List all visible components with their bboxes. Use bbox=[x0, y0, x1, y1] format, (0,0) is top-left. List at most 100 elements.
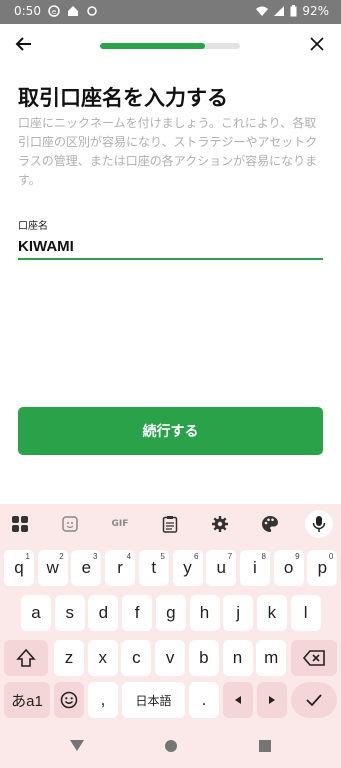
top-bar bbox=[0, 24, 341, 68]
home-notification-icon bbox=[67, 5, 79, 17]
key-v[interactable]: v bbox=[155, 640, 186, 676]
arrow-left-icon[interactable] bbox=[12, 32, 36, 56]
shift-key[interactable] bbox=[4, 640, 48, 676]
key-label: e bbox=[81, 558, 92, 577]
key-z[interactable]: z bbox=[54, 640, 84, 676]
key-label: h bbox=[199, 603, 210, 622]
key-hint: 0 bbox=[328, 552, 334, 561]
key-label: q bbox=[14, 558, 24, 577]
continue-button[interactable]: 続行する bbox=[18, 407, 323, 455]
backspace-key[interactable] bbox=[291, 640, 337, 676]
clipboard-icon[interactable] bbox=[158, 512, 182, 536]
nav-back-icon[interactable] bbox=[70, 740, 84, 751]
page-title: 取引口座名を入力する bbox=[18, 87, 228, 110]
key-label: j bbox=[236, 603, 241, 622]
key-label: t bbox=[151, 558, 157, 577]
key-label: k bbox=[267, 603, 277, 622]
enter-key[interactable] bbox=[291, 682, 337, 718]
key-h[interactable]: h bbox=[189, 595, 220, 631]
key-hint: 4 bbox=[126, 552, 132, 561]
key-label: u bbox=[216, 558, 226, 577]
key-b[interactable]: b bbox=[188, 640, 219, 676]
language-switch-key[interactable]: あa1 bbox=[4, 682, 50, 718]
signal-icon bbox=[273, 5, 285, 17]
progress-bar bbox=[100, 43, 240, 49]
system-nav-bar bbox=[0, 724, 341, 768]
sticker-icon[interactable] bbox=[58, 512, 82, 536]
key-g[interactable]: g bbox=[155, 595, 186, 631]
key-label: n bbox=[232, 648, 243, 667]
key-x[interactable]: x bbox=[87, 640, 118, 676]
key-hint: 3 bbox=[92, 552, 98, 561]
key-n[interactable]: n bbox=[222, 640, 253, 676]
key-c[interactable]: c bbox=[121, 640, 152, 676]
key-m[interactable]: m bbox=[256, 640, 287, 676]
close-icon[interactable] bbox=[305, 32, 329, 56]
palette-icon[interactable] bbox=[258, 512, 282, 536]
key-k[interactable]: k bbox=[256, 595, 287, 631]
comma-key[interactable]: , bbox=[88, 682, 118, 718]
key-hint: 2 bbox=[59, 552, 64, 561]
gear-icon[interactable] bbox=[208, 512, 232, 536]
key-label: i bbox=[253, 558, 257, 577]
key-i[interactable]: i8 bbox=[239, 550, 270, 586]
key-label: x bbox=[98, 648, 107, 667]
key-label: a bbox=[31, 603, 41, 622]
key-label: l bbox=[303, 603, 308, 622]
key-hint: 9 bbox=[295, 552, 300, 561]
key-p[interactable]: p0 bbox=[307, 550, 338, 586]
key-q[interactable]: q1 bbox=[4, 550, 34, 586]
soft-keyboard: GIF q1w2e3r4t5y6u7i8o9p0 asdfghjkl zxcvb… bbox=[0, 504, 341, 724]
battery-percent: 92% bbox=[302, 4, 329, 18]
key-e[interactable]: e3 bbox=[71, 550, 102, 586]
key-label: m bbox=[264, 648, 279, 667]
key-label: r bbox=[117, 558, 123, 577]
account-name-input[interactable] bbox=[18, 234, 323, 260]
key-f[interactable]: f bbox=[122, 595, 153, 631]
key-label: b bbox=[199, 648, 209, 667]
key-hint: 5 bbox=[160, 552, 165, 561]
key-t[interactable]: t5 bbox=[138, 550, 169, 586]
period-key[interactable]: . bbox=[189, 682, 219, 718]
key-j[interactable]: j bbox=[223, 595, 254, 631]
key-l[interactable]: l bbox=[290, 595, 321, 631]
key-hint: 6 bbox=[194, 552, 199, 561]
key-y[interactable]: y6 bbox=[172, 550, 203, 586]
space-key[interactable]: 日本語 bbox=[122, 682, 185, 718]
key-r[interactable]: r4 bbox=[105, 550, 136, 586]
key-hint: 8 bbox=[261, 552, 266, 561]
key-label: o bbox=[283, 558, 294, 577]
page-description: 口座にニックネームを付けましょう。これにより、各取引口座の区別が容易になり、スト… bbox=[18, 116, 318, 187]
battery-icon bbox=[290, 5, 297, 17]
key-a[interactable]: a bbox=[21, 595, 51, 631]
gif-button[interactable]: GIF bbox=[108, 512, 132, 536]
account-name-label: 口座名 bbox=[18, 221, 48, 232]
key-label: f bbox=[134, 603, 140, 622]
wifi-icon bbox=[256, 5, 269, 17]
key-hint: 1 bbox=[25, 552, 30, 561]
apps-icon[interactable] bbox=[8, 512, 32, 536]
nav-home-icon[interactable] bbox=[165, 740, 177, 752]
key-label: p bbox=[317, 558, 328, 577]
key-d[interactable]: d bbox=[88, 595, 119, 631]
key-label: w bbox=[46, 558, 59, 577]
emoji-key[interactable] bbox=[54, 682, 84, 718]
key-u[interactable]: u7 bbox=[206, 550, 237, 586]
cursor-right-key[interactable] bbox=[257, 682, 287, 718]
key-w[interactable]: w2 bbox=[37, 550, 68, 586]
key-label: y bbox=[183, 558, 192, 577]
key-hint: 7 bbox=[227, 552, 233, 561]
key-label: s bbox=[65, 603, 74, 622]
key-label: c bbox=[132, 648, 141, 667]
nav-recents-icon[interactable] bbox=[259, 740, 271, 752]
key-label: z bbox=[64, 648, 74, 667]
key-label: v bbox=[165, 648, 175, 667]
keyboard-toolbar: GIF bbox=[0, 504, 341, 544]
key-o[interactable]: o9 bbox=[273, 550, 304, 586]
notification-icon: e bbox=[48, 5, 60, 17]
key-label: d bbox=[98, 603, 109, 622]
mic-icon[interactable] bbox=[305, 510, 333, 538]
progress-fill bbox=[100, 43, 205, 49]
key-s[interactable]: s bbox=[54, 595, 85, 631]
cursor-left-key[interactable] bbox=[223, 682, 253, 718]
